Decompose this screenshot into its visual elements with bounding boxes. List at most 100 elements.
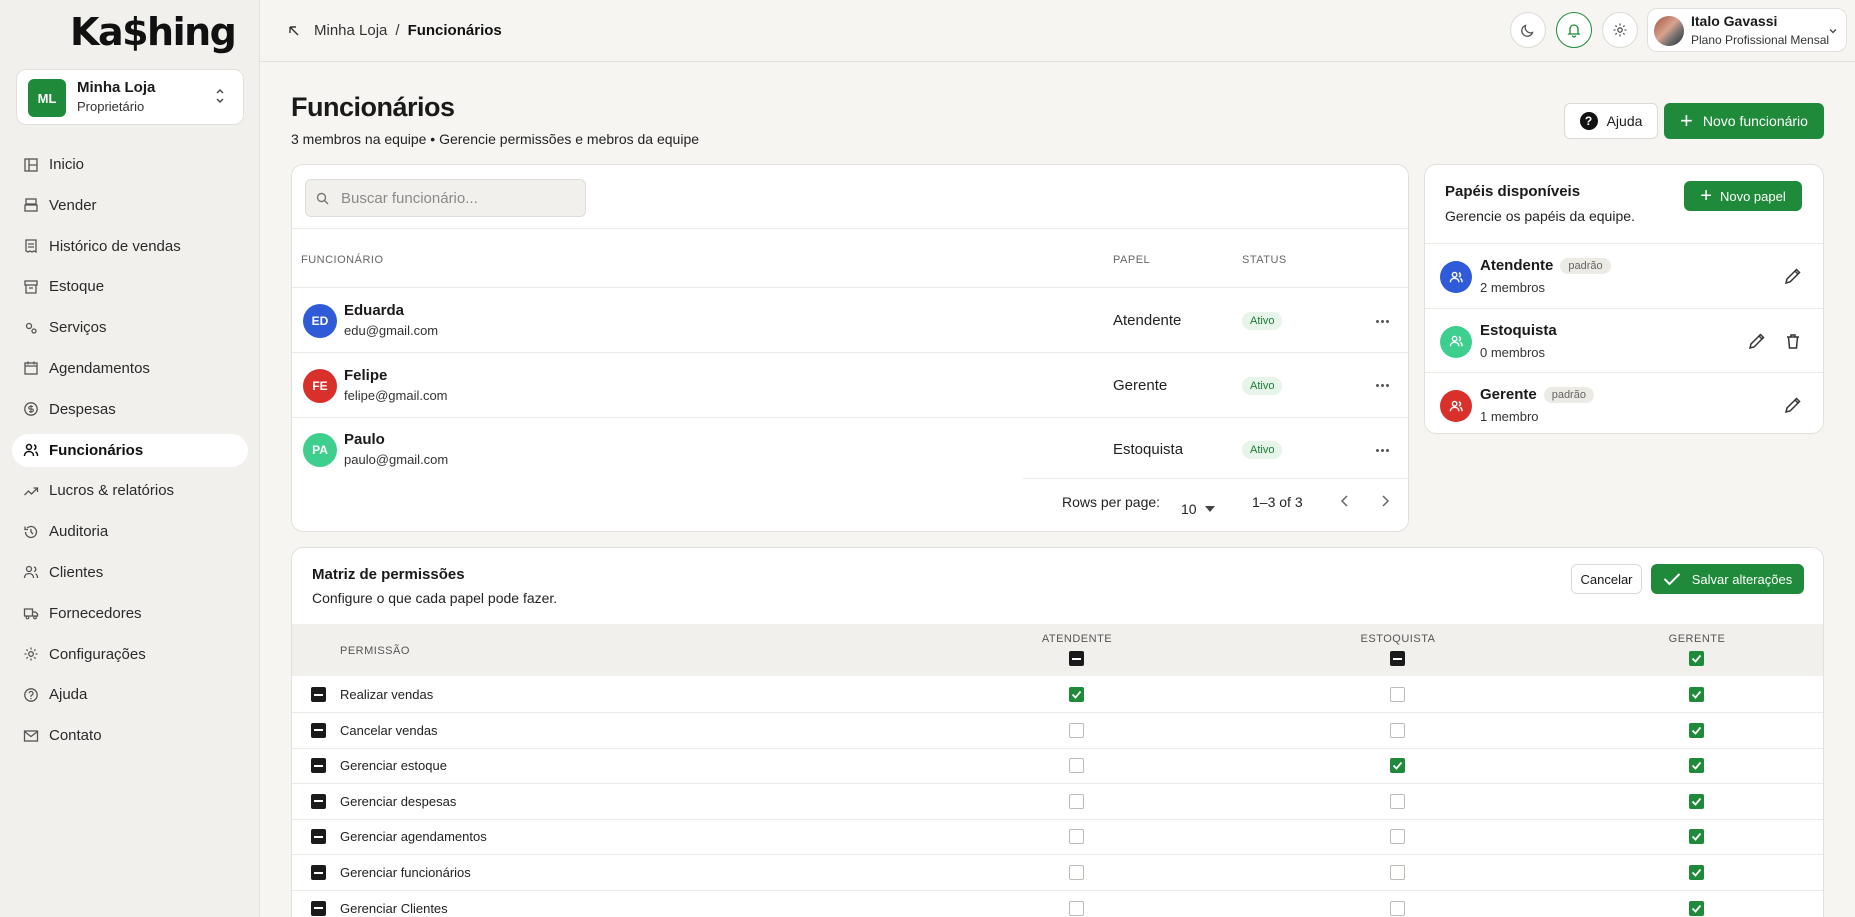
sidebar-item-despesas[interactable]: Despesas [12, 393, 248, 426]
sidebar-item-lucros-relatorios[interactable]: Lucros & relatórios [12, 474, 248, 507]
pencil-icon[interactable] [1747, 331, 1767, 351]
select-all-checkbox[interactable] [1689, 651, 1704, 666]
clients-icon [23, 566, 39, 579]
arrow-up-left-icon[interactable] [288, 25, 300, 37]
permissions-subtitle: Configure o que cada papel pode fazer. [312, 590, 558, 606]
sidebar-item-label: Configurações [49, 645, 146, 663]
row-toggle-checkbox[interactable] [311, 722, 326, 738]
employees-table-header: FUNCIONÁRIO PAPEL STATUS [292, 228, 1408, 288]
permission-checkbox[interactable] [1689, 758, 1704, 774]
permission-checkbox[interactable] [1390, 865, 1405, 880]
pencil-icon[interactable] [1783, 395, 1803, 415]
employees-card: FUNCIONÁRIO PAPEL STATUS ED Eduarda edu@gm… [291, 164, 1410, 532]
select-all-checkbox[interactable] [1390, 651, 1405, 666]
breadcrumb-parent[interactable]: Minha Loja [314, 22, 387, 39]
notifications-button[interactable] [1556, 12, 1592, 48]
permission-checkbox[interactable] [1390, 687, 1405, 702]
gear-icon [24, 647, 38, 661]
pagination-divider [1023, 478, 1410, 479]
user-plan: Plano Profissional Mensal [1691, 33, 1830, 47]
permission-checkbox[interactable] [1689, 865, 1704, 880]
permission-checkbox[interactable] [1689, 793, 1704, 809]
new-role-label: Novo papel [1719, 188, 1786, 204]
column-role[interactable]: PAPEL [1113, 254, 1150, 266]
permission-checkbox[interactable] [1069, 793, 1084, 809]
chevron-left-icon[interactable] [1339, 493, 1351, 509]
row-toggle-checkbox[interactable] [311, 793, 326, 809]
search-icon [316, 192, 329, 204]
permission-checkbox[interactable] [1390, 722, 1405, 738]
permission-checkbox[interactable] [1390, 900, 1405, 916]
chevron-right-icon[interactable] [1379, 493, 1391, 509]
column-role-atendente: ATENDENTE [1041, 633, 1113, 645]
permission-checkbox[interactable] [1069, 829, 1084, 845]
brand-logo[interactable]: Ka$hing [70, 10, 237, 54]
sidebar-item-inicio[interactable]: Inicio [12, 148, 248, 181]
pencil-icon[interactable] [1783, 266, 1803, 286]
permission-checkbox[interactable] [1390, 829, 1405, 845]
cancel-button[interactable]: Cancelar [1571, 564, 1642, 594]
check-icon [1663, 573, 1680, 586]
sidebar-item-contato[interactable]: Contato [12, 719, 248, 752]
permission-checkbox[interactable] [1069, 687, 1084, 702]
permissions-header: PERMISSÃO ATENDENTE ESTOQUISTA GERENTE [292, 624, 1823, 676]
table-row[interactable]: ED Eduarda edu@gmail.com Atendente Ativo [292, 289, 1408, 353]
permission-label: Gerenciar funcionários [340, 865, 471, 880]
sidebar-item-funcionarios[interactable]: Funcionários [12, 433, 248, 467]
column-employee[interactable]: FUNCIONÁRIO [301, 254, 384, 266]
sidebar-item-agendamentos[interactable]: Agendamentos [12, 352, 248, 385]
more-options-icon[interactable] [1372, 311, 1392, 331]
select-all-checkbox[interactable] [1069, 651, 1084, 666]
column-status[interactable]: STATUS [1242, 254, 1287, 266]
table-row[interactable]: FE Felipe felipe@gmail.com Gerente Ativo [292, 354, 1408, 418]
sidebar-item-configuracoes[interactable]: Configurações [12, 638, 248, 671]
new-employee-label: Novo funcionário [1702, 113, 1808, 129]
more-options-icon[interactable] [1372, 440, 1392, 460]
table-row[interactable]: PA Paulo paulo@gmail.com Estoquista Ativo [292, 418, 1408, 482]
help-button[interactable]: ? Ajuda [1564, 103, 1658, 139]
rows-per-page-select[interactable]: 10 [1181, 494, 1215, 524]
search-field[interactable] [305, 179, 586, 217]
permission-checkbox[interactable] [1069, 865, 1084, 880]
row-toggle-checkbox[interactable] [311, 900, 326, 916]
more-options-icon[interactable] [1372, 376, 1392, 396]
row-toggle-checkbox[interactable] [311, 865, 326, 880]
store-switcher[interactable]: ML Minha Loja Proprietário [16, 69, 244, 125]
sidebar-item-fornecedores[interactable]: Fornecedores [12, 597, 248, 630]
sidebar-item-vender[interactable]: Vender [12, 189, 248, 222]
trash-icon[interactable] [1783, 331, 1803, 351]
permission-checkbox[interactable] [1069, 758, 1084, 774]
permission-checkbox[interactable] [1689, 722, 1704, 738]
breadcrumb-separator: / [395, 22, 400, 39]
settings-button[interactable] [1602, 12, 1638, 48]
permission-row: Realizar vendas [292, 677, 1823, 713]
sidebar-item-clientes[interactable]: Clientes [12, 556, 248, 589]
permission-checkbox[interactable] [1689, 900, 1704, 916]
permission-label: Cancelar vendas [340, 722, 438, 738]
new-employee-button[interactable]: + Novo funcionário [1664, 103, 1824, 139]
sidebar-item-estoque[interactable]: Estoque [12, 270, 248, 303]
theme-toggle-button[interactable] [1510, 12, 1546, 48]
permission-checkbox[interactable] [1390, 758, 1405, 774]
employee-email: felipe@gmail.com [344, 387, 448, 403]
permission-checkbox[interactable] [1069, 722, 1084, 738]
search-input[interactable] [341, 189, 571, 207]
row-toggle-checkbox[interactable] [311, 687, 326, 702]
permission-checkbox[interactable] [1689, 687, 1704, 702]
sidebar-item-ajuda[interactable]: Ajuda [12, 678, 248, 711]
permission-checkbox[interactable] [1069, 900, 1084, 916]
column-permission: PERMISSÃO [340, 645, 410, 657]
sidebar-item-historico-de-vendas[interactable]: Histórico de vendas [12, 230, 248, 263]
row-toggle-checkbox[interactable] [311, 758, 326, 774]
roles-subtitle: Gerencie os papéis da equipe. [1445, 208, 1635, 224]
user-menu[interactable]: Italo Gavassi Plano Profissional Mensal [1647, 8, 1847, 52]
sidebar-item-servicos[interactable]: Serviços [12, 311, 248, 344]
role-row: Gerente padrão 1 membro [1425, 372, 1823, 436]
sidebar-item-auditoria[interactable]: Auditoria [12, 515, 248, 548]
permission-checkbox[interactable] [1689, 829, 1704, 845]
mail-icon [23, 730, 39, 742]
new-role-button[interactable]: + Novo papel [1684, 181, 1802, 211]
permission-checkbox[interactable] [1390, 793, 1405, 809]
save-changes-button[interactable]: Salvar alterações [1651, 564, 1804, 594]
row-toggle-checkbox[interactable] [311, 829, 326, 845]
